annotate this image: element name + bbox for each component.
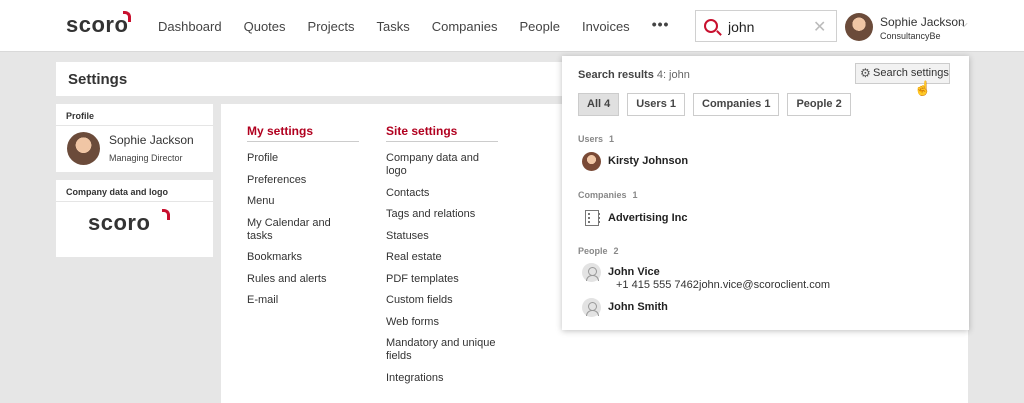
avatar-icon bbox=[582, 152, 601, 171]
profile-card-title: Profile bbox=[66, 111, 95, 121]
group-name: People bbox=[578, 246, 608, 256]
person-icon bbox=[582, 298, 601, 317]
site-settings-column: Site settings Company data and logo Cont… bbox=[386, 124, 498, 393]
my-settings-link-email[interactable]: E-mail bbox=[247, 294, 359, 307]
my-settings-link-bookmarks[interactable]: Bookmarks bbox=[247, 251, 359, 264]
profile-name: Sophie Jackson bbox=[109, 133, 194, 147]
my-settings-link-profile[interactable]: Profile bbox=[247, 152, 359, 165]
site-settings-link-company[interactable]: Company data and logo bbox=[386, 152, 498, 178]
profile-card[interactable]: Profile Sophie Jackson Managing Director bbox=[56, 104, 213, 172]
search-results-title: Search results 4: john bbox=[578, 69, 690, 81]
filter-people[interactable]: People 2 bbox=[787, 93, 851, 116]
result-name: John Smith bbox=[608, 301, 668, 313]
my-settings-link-preferences[interactable]: Preferences bbox=[247, 174, 359, 187]
company-card-title: Company data and logo bbox=[66, 187, 169, 197]
site-settings-link-custom-fields[interactable]: Custom fields bbox=[386, 294, 498, 307]
group-label-people: People 2 bbox=[578, 246, 619, 256]
group-label-companies: Companies 1 bbox=[578, 190, 638, 200]
result-person-john-vice[interactable]: John Vice +1 415 555 7462 john.vice@scor… bbox=[582, 263, 952, 293]
group-name: Companies bbox=[578, 190, 627, 200]
user-avatar[interactable] bbox=[845, 13, 873, 41]
result-name: John Vice bbox=[608, 266, 660, 278]
site-settings-link-web-forms[interactable]: Web forms bbox=[386, 316, 498, 329]
filter-companies[interactable]: Companies 1 bbox=[693, 93, 780, 116]
my-settings-heading: My settings bbox=[247, 124, 359, 142]
search-box: ✕ bbox=[695, 10, 837, 42]
result-company-advertising-inc[interactable]: Advertising Inc bbox=[582, 209, 952, 231]
site-settings-link-integrations[interactable]: Integrations bbox=[386, 372, 498, 385]
page-title: Settings bbox=[68, 71, 128, 88]
nav-dashboard[interactable]: Dashboard bbox=[158, 19, 222, 35]
divider bbox=[56, 201, 213, 202]
result-email[interactable]: john.vice@scoroclient.com bbox=[699, 279, 830, 291]
profile-avatar bbox=[67, 132, 100, 165]
user-company: ConsultancyBe bbox=[880, 31, 941, 41]
nav-companies[interactable]: Companies bbox=[432, 19, 498, 35]
nav-people[interactable]: People bbox=[520, 19, 560, 35]
search-input[interactable] bbox=[728, 17, 808, 37]
site-settings-link-real-estate[interactable]: Real estate bbox=[386, 251, 498, 264]
profile-role: Managing Director bbox=[109, 153, 183, 163]
result-name: Advertising Inc bbox=[608, 212, 688, 224]
filter-tabs: All 4 Users 1 Companies 1 People 2 bbox=[578, 93, 859, 116]
more-menu-icon[interactable]: ••• bbox=[652, 16, 670, 32]
person-icon bbox=[582, 263, 601, 282]
site-settings-link-pdf-templates[interactable]: PDF templates bbox=[386, 273, 498, 286]
search-results-count: 4: john bbox=[656, 69, 690, 81]
filter-all[interactable]: All 4 bbox=[578, 93, 620, 116]
group-label-users: Users 1 bbox=[578, 134, 614, 144]
top-bar: scoro Dashboard Quotes Projects Tasks Co… bbox=[0, 0, 1024, 52]
scoro-logo[interactable]: scoro bbox=[66, 12, 128, 38]
company-card[interactable]: Company data and logo scoro bbox=[56, 180, 213, 257]
user-name[interactable]: Sophie Jackson bbox=[880, 15, 965, 29]
result-user-kirsty-johnson[interactable]: Kirsty Johnson bbox=[582, 152, 952, 174]
nav-invoices[interactable]: Invoices bbox=[582, 19, 630, 35]
gear-icon: ⚙ bbox=[860, 66, 871, 80]
group-name: Users bbox=[578, 134, 604, 144]
search-icon bbox=[704, 19, 718, 33]
result-phone: +1 415 555 7462 bbox=[616, 279, 699, 291]
building-icon bbox=[585, 210, 600, 226]
group-count: 1 bbox=[632, 190, 638, 200]
search-results-dropdown: Search results 4: john ⚙ Search settings … bbox=[562, 56, 969, 330]
group-count: 2 bbox=[613, 246, 619, 256]
nav-tasks[interactable]: Tasks bbox=[377, 19, 410, 35]
site-settings-link-tags[interactable]: Tags and relations bbox=[386, 208, 498, 221]
site-settings-heading: Site settings bbox=[386, 124, 498, 142]
search-results-label: Search results bbox=[578, 69, 654, 81]
result-person-john-smith[interactable]: John Smith bbox=[582, 298, 952, 320]
site-settings-link-statuses[interactable]: Statuses bbox=[386, 230, 498, 243]
site-settings-link-contacts[interactable]: Contacts bbox=[386, 187, 498, 200]
nav-projects[interactable]: Projects bbox=[308, 19, 355, 35]
group-count: 1 bbox=[609, 134, 615, 144]
result-name: Kirsty Johnson bbox=[608, 155, 689, 167]
my-settings-column: My settings Profile Preferences Menu My … bbox=[247, 124, 359, 316]
my-settings-link-calendar[interactable]: My Calendar and tasks bbox=[247, 217, 359, 243]
company-logo-mark bbox=[162, 209, 170, 220]
nav-quotes[interactable]: Quotes bbox=[244, 19, 286, 35]
search-settings-label: Search settings bbox=[873, 67, 949, 79]
scoro-logo-mark bbox=[123, 11, 131, 22]
company-logo: scoro bbox=[88, 210, 151, 235]
my-settings-link-rules[interactable]: Rules and alerts bbox=[247, 273, 359, 286]
chevron-down-icon[interactable]: ⌵ bbox=[960, 19, 968, 30]
main-nav: Dashboard Quotes Projects Tasks Companie… bbox=[158, 16, 670, 35]
my-settings-link-menu[interactable]: Menu bbox=[247, 195, 359, 208]
hand-cursor-icon: ☝ bbox=[914, 80, 932, 96]
clear-search-icon[interactable]: ✕ bbox=[813, 17, 826, 37]
filter-users[interactable]: Users 1 bbox=[627, 93, 685, 116]
site-settings-link-mandatory-fields[interactable]: Mandatory and unique fields bbox=[386, 337, 498, 363]
search-settings-button[interactable]: ⚙ Search settings bbox=[855, 63, 950, 84]
divider bbox=[56, 125, 213, 126]
